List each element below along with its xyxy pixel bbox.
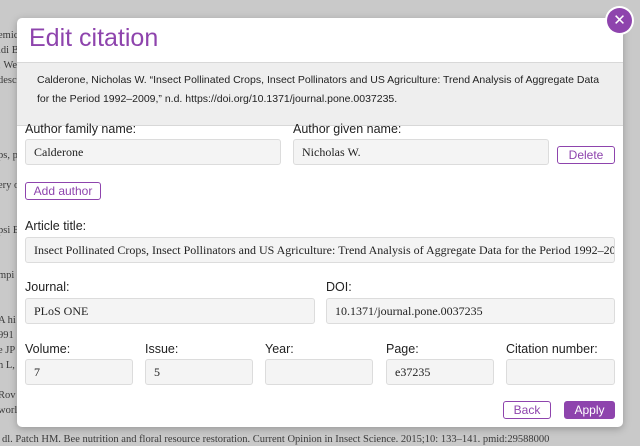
volume-input[interactable]: 7 bbox=[25, 359, 133, 385]
back-button[interactable]: Back bbox=[503, 401, 551, 419]
citation-preview: Calderone, Nicholas W. “Insect Pollinate… bbox=[17, 62, 623, 126]
author-given-label: Author given name: bbox=[293, 122, 402, 136]
author-family-input[interactable]: Calderone bbox=[25, 139, 281, 165]
apply-button[interactable]: Apply bbox=[564, 401, 615, 419]
background-footer-text: dl. Patch HM. Bee nutrition and floral r… bbox=[2, 434, 550, 445]
edit-citation-dialog: Edit citation Calderone, Nicholas W. “In… bbox=[17, 18, 623, 427]
issue-label: Issue: bbox=[145, 342, 179, 356]
issue-input[interactable]: 5 bbox=[145, 359, 253, 385]
year-input[interactable] bbox=[265, 359, 373, 385]
page-input[interactable]: e37235 bbox=[386, 359, 494, 385]
citation-number-label: Citation number: bbox=[506, 342, 598, 356]
page-label: Page: bbox=[386, 342, 419, 356]
background-footer: dl. Patch HM. Bee nutrition and floral r… bbox=[0, 432, 640, 446]
article-title-input[interactable]: Insect Pollinated Crops, Insect Pollinat… bbox=[25, 237, 615, 263]
journal-label: Journal: bbox=[25, 280, 70, 294]
author-family-label: Author family name: bbox=[25, 122, 137, 136]
citation-number-input[interactable] bbox=[506, 359, 615, 385]
close-icon[interactable]: ✕ bbox=[607, 8, 632, 33]
year-label: Year: bbox=[265, 342, 294, 356]
article-title-label: Article title: bbox=[25, 219, 87, 233]
add-author-button[interactable]: Add author bbox=[25, 182, 101, 200]
doi-input[interactable]: 10.1371/journal.pone.0037235 bbox=[326, 298, 615, 324]
delete-author-button[interactable]: Delete bbox=[557, 146, 615, 164]
volume-label: Volume: bbox=[25, 342, 71, 356]
doi-label: DOI: bbox=[326, 280, 352, 294]
journal-input[interactable]: PLoS ONE bbox=[25, 298, 315, 324]
dialog-title: Edit citation bbox=[29, 24, 159, 52]
author-given-input[interactable]: Nicholas W. bbox=[293, 139, 549, 165]
